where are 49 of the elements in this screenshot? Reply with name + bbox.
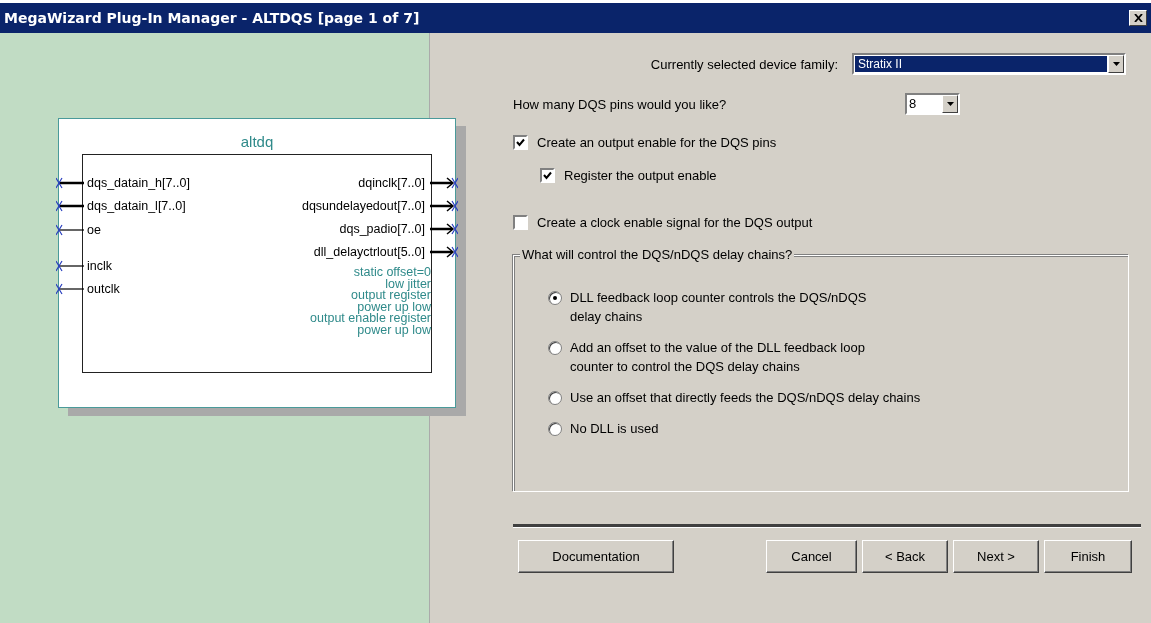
- parameter-note: static offset=0: [352, 267, 431, 279]
- dropdown-value: 8: [908, 95, 918, 113]
- wizard-button[interactable]: < Back: [862, 540, 948, 573]
- dqs-pins-dropdown[interactable]: 8: [905, 93, 960, 115]
- checkbox[interactable]: [513, 214, 528, 230]
- parameter-note: low jitter: [385, 278, 431, 290]
- parameter-note: output enable register: [310, 313, 431, 325]
- checkbox[interactable]: [540, 167, 555, 183]
- parameter-note: power up low: [357, 301, 431, 313]
- port-label: outclk: [86, 281, 120, 296]
- radio-label[interactable]: Use an offset that directly feeds the DQS/nDQS delay chains: [570, 388, 921, 407]
- close-icon: [1133, 14, 1143, 22]
- port-label: inclk: [86, 258, 112, 273]
- checkbox-label[interactable]: Register the output enable: [564, 167, 717, 183]
- caret-icon: [1112, 62, 1120, 66]
- wizard-button[interactable]: Cancel: [766, 540, 857, 573]
- port-label: dqinclk[7..0]: [358, 175, 426, 190]
- checkbox[interactable]: [513, 134, 528, 150]
- port-label: dqs_datain_h[7..0]: [86, 175, 190, 190]
- window-title: MegaWizard Plug-In Manager - ALTDQS [page 1 of 7]: [4, 10, 420, 26]
- radio-label[interactable]: No DLL is used: [570, 419, 659, 438]
- symbol-name: altdq: [239, 133, 275, 152]
- port-label: dqsundelayedout[7..0]: [301, 198, 426, 213]
- wizard-button[interactable]: Next >: [953, 540, 1039, 573]
- radio-label[interactable]: DLL feedback loop counter controls the DQS/nDQS delay chains: [570, 288, 867, 326]
- wizard-button[interactable]: Finish: [1044, 540, 1132, 573]
- radio-button[interactable]: [548, 391, 562, 405]
- field-label: How many DQS pins would you like?: [513, 96, 728, 112]
- parameter-note: power up low: [356, 324, 431, 336]
- port-label: dll_delayctrlout[5..0]: [313, 244, 426, 259]
- radio-button[interactable]: [548, 341, 562, 355]
- dropdown-arrow-button[interactable]: [1108, 55, 1124, 73]
- field-label: Currently selected device family:: [650, 56, 838, 72]
- close-button[interactable]: [1129, 10, 1147, 26]
- checkbox-label[interactable]: Create a clock enable signal for the DQS output: [537, 214, 813, 230]
- device-family-dropdown[interactable]: Stratix II: [852, 53, 1126, 75]
- checkbox-label[interactable]: Create an output enable for the DQS pins: [537, 134, 777, 150]
- port-label: dqs_datain_l[7..0]: [86, 198, 186, 213]
- documentation-button[interactable]: Documentation: [518, 540, 674, 573]
- caret-icon: [946, 102, 954, 106]
- port-label: dqs_padio[7..0]: [339, 221, 426, 236]
- group-legend: What will control the DQS/nDQS delay chains?: [520, 247, 795, 262]
- radio-button[interactable]: [548, 291, 562, 305]
- port-label: oe: [86, 223, 101, 237]
- dropdown-arrow-button[interactable]: [942, 95, 958, 113]
- radio-button[interactable]: [548, 422, 562, 436]
- radio-label[interactable]: Add an offset to the value of the DLL feedback loop counter to control the DQS delay chains: [570, 338, 865, 376]
- parameter-note: output register: [350, 290, 431, 302]
- dropdown-value: Stratix II: [855, 56, 1107, 72]
